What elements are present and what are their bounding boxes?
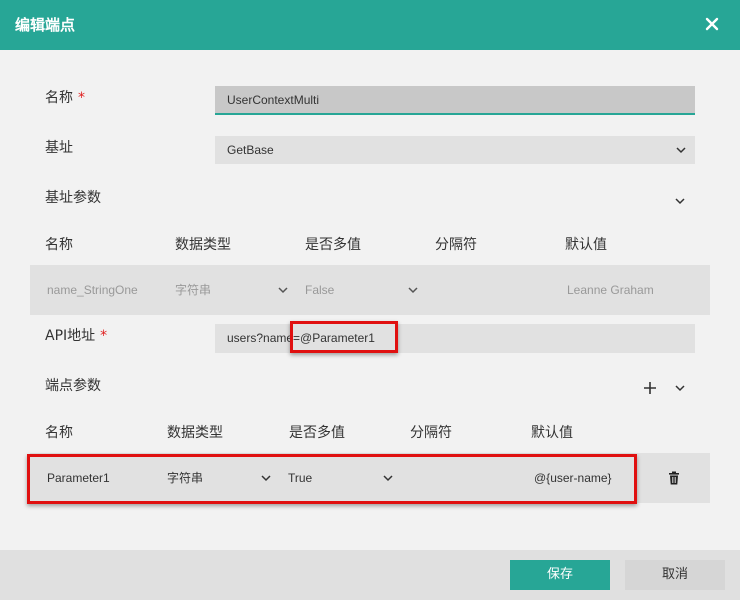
dialog-footer: 保存 取消 bbox=[0, 550, 740, 600]
base-params-header-multi: 是否多值 bbox=[305, 237, 361, 253]
base-params-toggle-icon[interactable] bbox=[674, 195, 686, 207]
name-input[interactable]: UserContextMulti bbox=[215, 86, 695, 115]
base-param-multi-select: False bbox=[305, 280, 334, 300]
trash-icon[interactable] bbox=[668, 471, 680, 485]
name-label: 名称 * bbox=[45, 90, 85, 106]
cancel-button[interactable]: 取消 bbox=[625, 560, 725, 590]
dialog-title: 编辑端点 bbox=[15, 16, 76, 34]
endpoint-params-header-multi: 是否多值 bbox=[289, 425, 345, 441]
base-label: 基址 bbox=[45, 140, 73, 156]
chevron-down-icon bbox=[277, 284, 289, 296]
api-input[interactable]: users?name=@Parameter1 bbox=[215, 324, 695, 353]
base-param-multi-value: False bbox=[305, 283, 335, 297]
close-icon[interactable] bbox=[702, 14, 722, 34]
highlight-box bbox=[27, 454, 637, 504]
endpoint-params-header-type: 数据类型 bbox=[167, 425, 223, 441]
base-param-type-value: 字符串 bbox=[175, 283, 212, 297]
base-param-default: Leanne Graham bbox=[567, 283, 654, 297]
chevron-down-icon bbox=[407, 284, 419, 296]
highlight-box bbox=[290, 321, 398, 353]
base-params-header-type: 数据类型 bbox=[175, 237, 231, 253]
base-params-label: 基址参数 bbox=[45, 190, 101, 206]
endpoint-params-header-separator: 分隔符 bbox=[410, 425, 452, 441]
required-mark: * bbox=[78, 90, 85, 106]
base-params-header-name: 名称 bbox=[45, 237, 73, 253]
base-select[interactable]: GetBase bbox=[215, 136, 695, 164]
base-param-type-select: 字符串 bbox=[175, 280, 211, 300]
endpoint-params-label: 端点参数 bbox=[45, 378, 101, 394]
endpoint-params-header-name: 名称 bbox=[45, 425, 73, 441]
endpoint-params-toggle-icon[interactable] bbox=[674, 382, 686, 394]
dialog-body: 名称 * UserContextMulti 基址 GetBase 基址参数 名称 … bbox=[0, 50, 740, 550]
required-mark: * bbox=[100, 328, 108, 344]
chevron-down-icon bbox=[675, 144, 687, 156]
base-param-name: name_StringOne bbox=[47, 283, 138, 297]
dialog-header: 编辑端点 bbox=[0, 0, 740, 50]
api-label: API地址 * bbox=[45, 328, 108, 344]
base-select-value: GetBase bbox=[227, 143, 274, 157]
base-params-header-default: 默认值 bbox=[565, 237, 607, 253]
base-params-header-separator: 分隔符 bbox=[435, 237, 477, 253]
table-row: name_StringOne 字符串 False Leanne Graham bbox=[30, 265, 710, 315]
plus-icon[interactable] bbox=[643, 381, 657, 395]
save-button[interactable]: 保存 bbox=[510, 560, 610, 590]
endpoint-params-header-default: 默认值 bbox=[531, 425, 573, 441]
